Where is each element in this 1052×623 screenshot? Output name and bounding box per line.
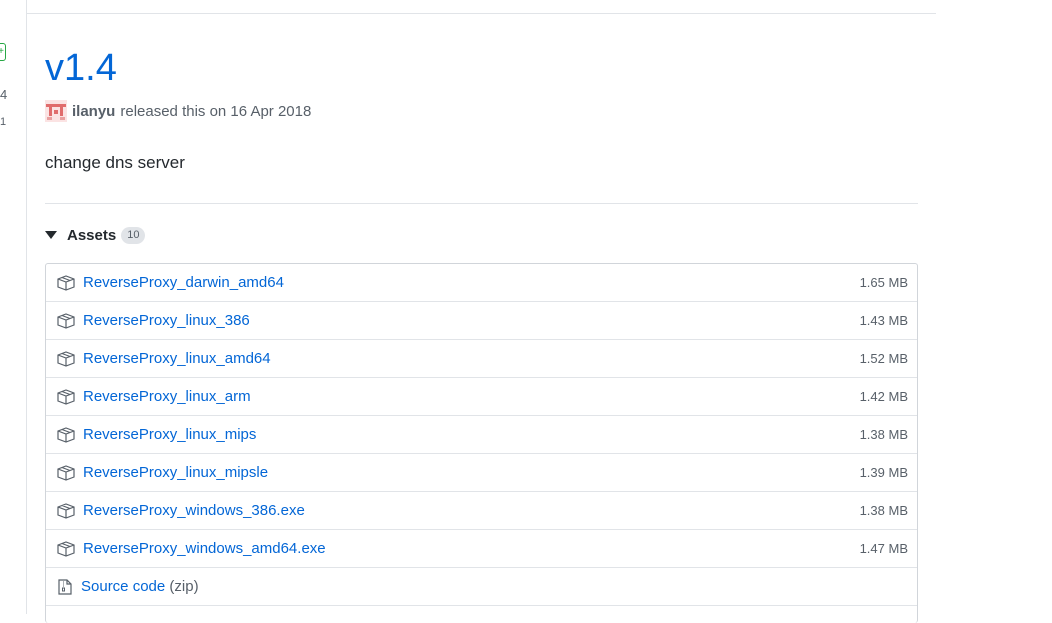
source-code-label: Source code bbox=[81, 578, 166, 595]
asset-size: 1.38 MB bbox=[859, 503, 908, 518]
file-zip-icon bbox=[58, 578, 72, 595]
package-icon bbox=[57, 312, 75, 329]
list-item: ReverseProxy_windows_amd64.exe 1.47 MB bbox=[46, 530, 917, 568]
package-icon bbox=[57, 274, 75, 291]
list-item: ReverseProxy_windows_386.exe 1.38 MB bbox=[46, 492, 917, 530]
asset-size: 1.39 MB bbox=[859, 465, 908, 480]
timeline-border bbox=[26, 0, 27, 614]
assets-list: ReverseProxy_darwin_amd64 1.65 MB Revers… bbox=[45, 263, 918, 623]
sidebar-count-2: 1 bbox=[0, 116, 7, 128]
package-icon bbox=[57, 540, 75, 557]
asset-link[interactable]: ReverseProxy_linux_386 bbox=[83, 312, 860, 329]
list-item: ReverseProxy_linux_amd64 1.52 MB bbox=[46, 340, 917, 378]
source-code-row: Source code (zip) bbox=[46, 568, 917, 606]
asset-size: 1.38 MB bbox=[859, 427, 908, 442]
list-item: ReverseProxy_linux_386 1.43 MB bbox=[46, 302, 917, 340]
asset-link[interactable]: ReverseProxy_linux_amd64 bbox=[83, 350, 860, 367]
section-divider bbox=[45, 203, 918, 204]
list-item: ReverseProxy_darwin_amd64 1.65 MB bbox=[46, 264, 917, 302]
package-icon bbox=[57, 388, 75, 405]
sidebar-count-1: 4 bbox=[0, 87, 8, 102]
timeline-column: + 4 1 bbox=[0, 0, 26, 614]
assets-toggle[interactable]: Assets 10 bbox=[45, 225, 146, 245]
author-link[interactable]: ilanyu bbox=[72, 103, 115, 120]
avatar[interactable] bbox=[45, 100, 67, 122]
asset-link[interactable]: ReverseProxy_windows_386.exe bbox=[83, 502, 860, 519]
asset-link[interactable]: ReverseProxy_windows_amd64.exe bbox=[83, 540, 860, 557]
source-format: (zip) bbox=[169, 578, 199, 595]
asset-size: 1.52 MB bbox=[859, 351, 908, 366]
release-description: change dns server bbox=[45, 153, 185, 172]
asset-size: 1.65 MB bbox=[859, 275, 908, 290]
top-divider bbox=[27, 13, 936, 14]
source-code-zip-link[interactable]: Source code (zip) bbox=[81, 578, 908, 595]
triangle-down-icon bbox=[45, 231, 57, 239]
list-item: ReverseProxy_linux_arm 1.42 MB bbox=[46, 378, 917, 416]
asset-size: 1.47 MB bbox=[859, 541, 908, 556]
asset-size: 1.43 MB bbox=[859, 313, 908, 328]
list-item: ReverseProxy_linux_mipsle 1.39 MB bbox=[46, 454, 917, 492]
release-title-link[interactable]: v1.4 bbox=[45, 44, 117, 92]
release-date-text: released this on 16 Apr 2018 bbox=[120, 102, 312, 120]
release-meta: ilanyu released this on 16 Apr 2018 bbox=[45, 100, 311, 122]
asset-link[interactable]: ReverseProxy_linux_mipsle bbox=[83, 464, 860, 481]
release-label-badge: + bbox=[0, 43, 6, 61]
assets-label: Assets bbox=[67, 226, 117, 244]
list-item bbox=[46, 606, 917, 623]
asset-link[interactable]: ReverseProxy_darwin_amd64 bbox=[83, 274, 860, 291]
package-icon bbox=[57, 426, 75, 443]
package-icon bbox=[57, 350, 75, 367]
list-item: ReverseProxy_linux_mips 1.38 MB bbox=[46, 416, 917, 454]
package-icon bbox=[57, 502, 75, 519]
asset-link[interactable]: ReverseProxy_linux_mips bbox=[83, 426, 860, 443]
asset-link[interactable]: ReverseProxy_linux_arm bbox=[83, 388, 860, 405]
package-icon bbox=[57, 464, 75, 481]
asset-size: 1.42 MB bbox=[859, 389, 908, 404]
assets-count-badge: 10 bbox=[121, 226, 146, 244]
